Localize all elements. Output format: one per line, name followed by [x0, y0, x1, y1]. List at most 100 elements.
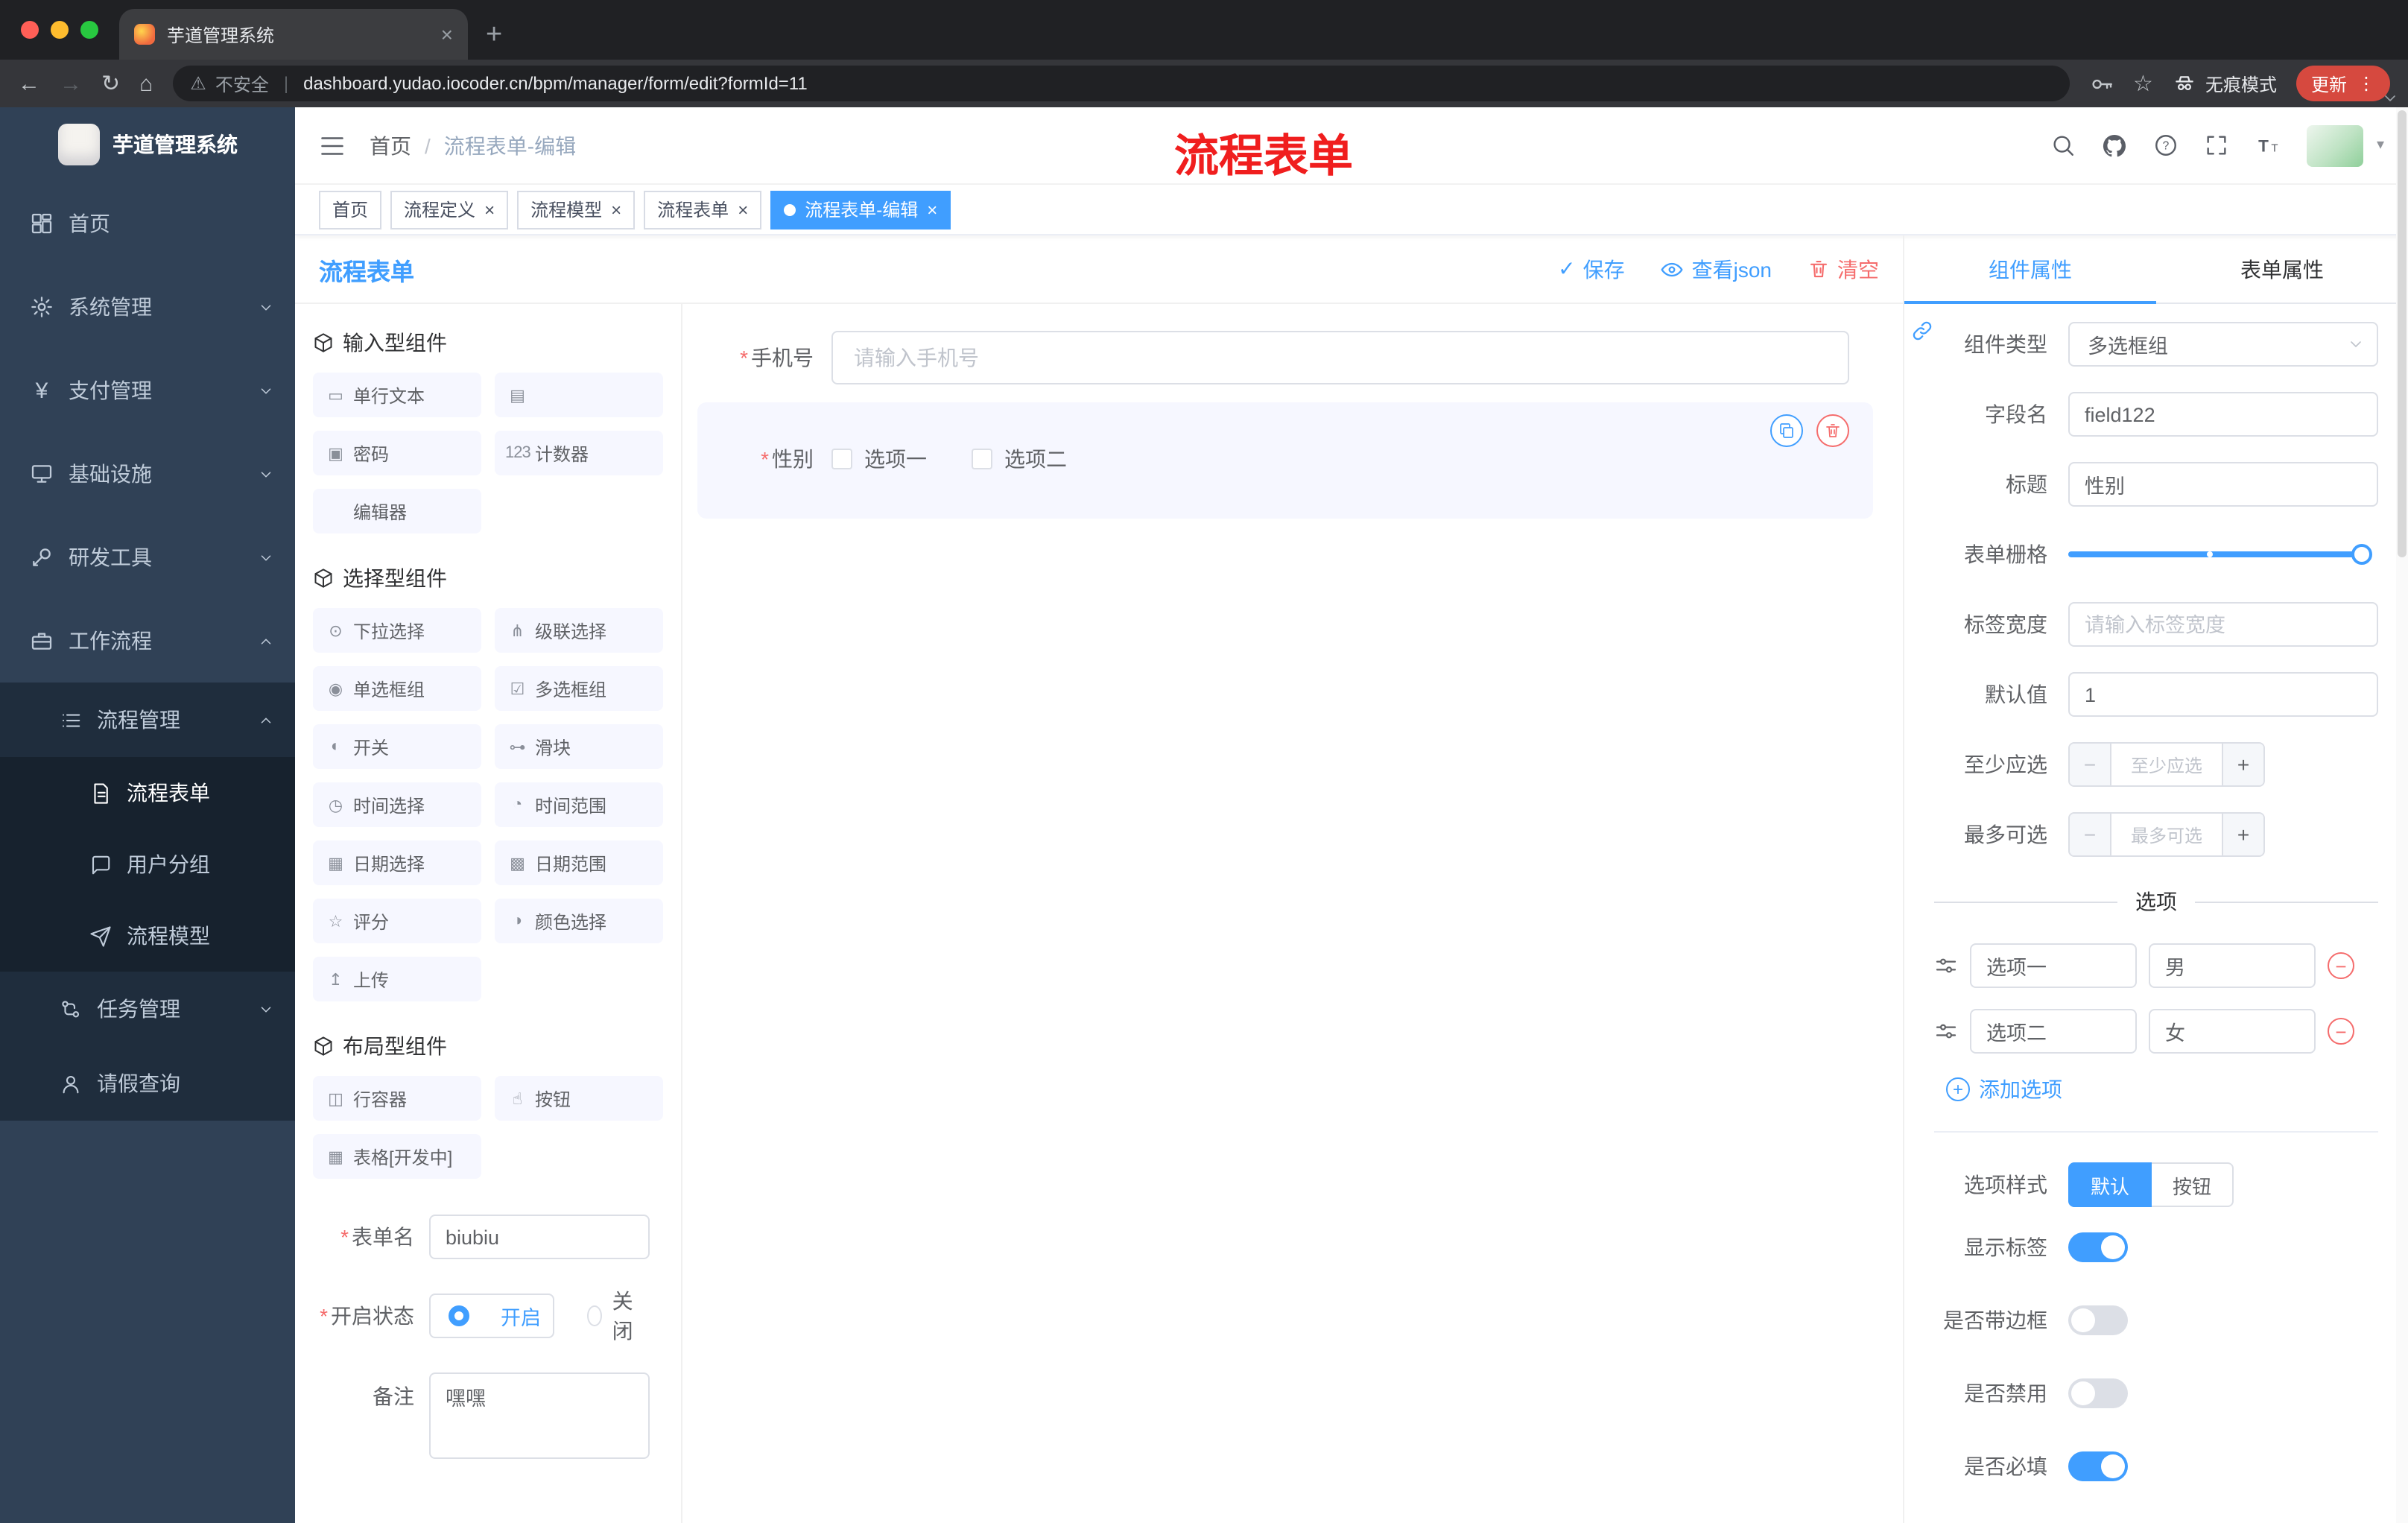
reload-icon[interactable]: ↻ — [101, 72, 120, 95]
back-icon[interactable]: ← — [18, 72, 40, 95]
palette-item[interactable]: ◫ 行容器 — [313, 1076, 481, 1121]
form-grid-slider[interactable] — [2068, 532, 2378, 577]
palette-item[interactable]: ▣ 密码 — [313, 431, 481, 475]
tag-process-form[interactable]: 流程表单 × — [644, 190, 762, 229]
fullscreen-icon[interactable] — [2204, 133, 2229, 158]
palette-item[interactable]: ▦ 日期选择 — [313, 840, 481, 885]
copy-field-button[interactable] — [1770, 414, 1803, 447]
tag-close-icon[interactable]: × — [738, 199, 748, 220]
chevron-down-icon[interactable] — [2381, 89, 2399, 107]
checkbox-icon[interactable] — [972, 449, 992, 469]
tab-form-props[interactable]: 表单属性 — [2156, 235, 2408, 303]
palette-item[interactable]: ↥ 上传 — [313, 957, 481, 1001]
sidebar-item-workflow[interactable]: 工作流程 — [0, 599, 295, 683]
increase-button[interactable]: + — [2222, 814, 2263, 855]
new-tab-button[interactable]: + — [486, 21, 502, 49]
sidebar-item-infrastructure[interactable]: 基础设施 — [0, 432, 295, 516]
sidebar-item-home[interactable]: 首页 — [0, 182, 295, 265]
palette-item[interactable]: ◑ 颜色选择 — [495, 899, 663, 943]
browser-menu-icon[interactable]: ⋮ — [2357, 73, 2375, 94]
tag-close-icon[interactable]: × — [611, 199, 621, 220]
decrease-button[interactable]: − — [2070, 814, 2111, 855]
palette-item[interactable]: ☑ 多选框组 — [495, 666, 663, 711]
tab-close-icon[interactable]: × — [441, 22, 453, 46]
palette-item[interactable]: ▩ 日期范围 — [495, 840, 663, 885]
key-icon[interactable] — [2088, 71, 2114, 96]
home-icon[interactable]: ⌂ — [139, 72, 153, 95]
title-input[interactable] — [2068, 462, 2378, 507]
stepper-value[interactable]: 最多可选 — [2111, 814, 2222, 855]
slider-handle[interactable] — [2351, 544, 2372, 565]
palette-item[interactable]: ◉ 单选框组 — [313, 666, 481, 711]
border-switch[interactable] — [2068, 1305, 2128, 1335]
checkbox-option-2[interactable]: 选项二 — [972, 444, 1067, 474]
sidebar-item-process-form[interactable]: 流程表单 — [0, 757, 295, 829]
increase-button[interactable]: + — [2222, 744, 2263, 785]
palette-item[interactable]: ☝ 按钮 — [495, 1076, 663, 1121]
link-icon[interactable] — [1910, 319, 1934, 343]
window-zoom-button[interactable] — [80, 21, 98, 39]
radio-closed[interactable]: 关闭 — [587, 1286, 639, 1346]
sidebar-item-payment[interactable]: ¥ 支付管理 — [0, 349, 295, 432]
disabled-switch[interactable] — [2068, 1378, 2128, 1408]
breadcrumb-home[interactable]: 首页 — [370, 130, 411, 160]
sidebar-item-leave-query[interactable]: 请假查询 — [0, 1046, 295, 1121]
tag-home[interactable]: 首页 — [319, 190, 382, 229]
help-icon[interactable]: ? — [2153, 133, 2179, 158]
tag-close-icon[interactable]: × — [484, 199, 495, 220]
radio-open[interactable]: 开启 — [429, 1294, 554, 1338]
clear-button[interactable]: 清空 — [1807, 254, 1879, 284]
show-label-switch[interactable] — [2068, 1232, 2128, 1262]
search-icon[interactable] — [2050, 133, 2076, 158]
palette-item[interactable]: ☆ 评分 — [313, 899, 481, 943]
update-button[interactable]: 更新 ⋮ — [2295, 66, 2390, 101]
collapse-sidebar-icon[interactable] — [319, 132, 346, 159]
add-option-button[interactable]: + 添加选项 — [1946, 1074, 2378, 1104]
palette-item[interactable]: 编辑器 — [313, 489, 481, 533]
tag-close-icon[interactable]: × — [927, 199, 937, 220]
sidebar-item-system[interactable]: 系统管理 — [0, 265, 295, 349]
label-width-input[interactable] — [2068, 602, 2378, 647]
palette-item[interactable]: ▤ — [495, 373, 663, 417]
avatar[interactable] — [2306, 124, 2363, 166]
scrollbar[interactable] — [2396, 107, 2408, 1523]
remove-option-button[interactable]: − — [2328, 952, 2354, 979]
bookmark-star-icon[interactable]: ☆ — [2133, 70, 2153, 97]
sidebar-item-process-model[interactable]: 流程模型 — [0, 900, 295, 972]
window-minimize-button[interactable] — [51, 21, 69, 39]
sidebar-item-task-management[interactable]: 任务管理 — [0, 972, 295, 1046]
palette-item[interactable]: ⊙ 下拉选择 — [313, 608, 481, 653]
default-value-input[interactable] — [2068, 672, 2378, 717]
phone-input[interactable] — [831, 331, 1849, 384]
tag-process-definition[interactable]: 流程定义 × — [390, 190, 509, 229]
stepper-value[interactable]: 至少应选 — [2111, 744, 2222, 785]
required-switch[interactable] — [2068, 1451, 2128, 1481]
drag-handle-icon[interactable] — [1934, 954, 1958, 978]
font-size-icon[interactable]: TT — [2255, 132, 2281, 159]
palette-item[interactable]: ⊶ 滑块 — [495, 724, 663, 769]
option-name-input[interactable] — [1970, 943, 2137, 988]
slider-track[interactable] — [2068, 544, 2372, 565]
checkbox-icon[interactable] — [831, 449, 852, 469]
max-select-stepper[interactable]: − 最多可选 + — [2068, 812, 2265, 857]
remove-option-button[interactable]: − — [2328, 1018, 2354, 1045]
palette-item[interactable]: ◷ 时间选择 — [313, 782, 481, 827]
decrease-button[interactable]: − — [2070, 744, 2111, 785]
delete-field-button[interactable] — [1816, 414, 1849, 447]
drag-handle-icon[interactable] — [1934, 1019, 1958, 1043]
sidebar-item-process-management[interactable]: 流程管理 — [0, 683, 295, 757]
view-json-button[interactable]: 查看json — [1661, 254, 1772, 284]
tag-process-form-edit[interactable]: 流程表单-编辑 × — [770, 190, 951, 229]
palette-item[interactable]: ◔ 时间范围 — [495, 782, 663, 827]
option-value-input[interactable] — [2149, 943, 2316, 988]
form-name-input[interactable] — [429, 1215, 650, 1259]
checkbox-option-1[interactable]: 选项一 — [831, 444, 927, 474]
palette-item[interactable]: ▭ 单行文本 — [313, 373, 481, 417]
address-bar[interactable]: ⚠ 不安全 | dashboard.yudao.iocoder.cn/bpm/m… — [172, 66, 2070, 101]
style-button-button[interactable]: 按钮 — [2152, 1162, 2234, 1207]
tab-component-props[interactable]: 组件属性 — [1904, 235, 2156, 304]
save-button[interactable]: ✓ 保存 — [1558, 254, 1624, 284]
github-icon[interactable] — [2101, 132, 2128, 159]
palette-item[interactable]: 123 计数器 — [495, 431, 663, 475]
sidebar-item-devtools[interactable]: 研发工具 — [0, 516, 295, 599]
